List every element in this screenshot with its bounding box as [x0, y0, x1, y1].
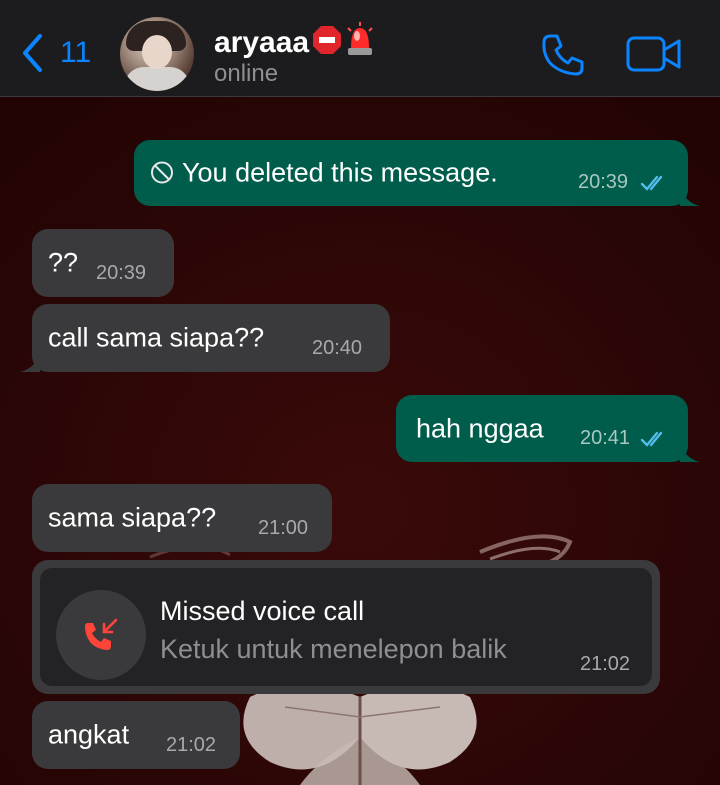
message-time: 21:00 — [258, 517, 309, 539]
contact-name[interactable]: aryaaa — [214, 22, 375, 60]
incoming-message[interactable]: ?? 20:39 — [32, 229, 174, 297]
bubble-tail — [680, 186, 700, 206]
chat-area[interactable]: You deleted this message. 20:39 ?? 20:39… — [0, 97, 720, 785]
avatar[interactable] — [120, 17, 194, 91]
outgoing-message-deleted[interactable]: You deleted this message. 20:39 — [134, 140, 700, 206]
police-light-emoji — [347, 22, 373, 55]
message-text: call sama siapa?? — [48, 322, 265, 353]
read-receipt-icon — [640, 431, 663, 447]
chat-header: 11 aryaaa online — [0, 0, 720, 97]
read-receipt-icon — [640, 175, 663, 191]
missed-call-icon — [85, 618, 118, 650]
message-time: 20:41 — [580, 427, 631, 449]
missed-call-subtitle: Ketuk untuk menelepon balik — [160, 634, 507, 664]
outgoing-message[interactable]: hah nggaa 20:41 — [396, 395, 700, 462]
message-text: sama siapa?? — [48, 502, 217, 533]
message-text: ?? — [48, 247, 79, 278]
incoming-message[interactable]: call sama siapa?? 20:40 — [20, 304, 390, 372]
missed-call-title: Missed voice call — [160, 596, 365, 626]
bubble-tail — [680, 442, 700, 462]
bubble-tail — [20, 352, 40, 372]
message-time: 20:39 — [578, 171, 629, 193]
message-text: You deleted this message. — [150, 158, 498, 189]
stop-sign-emoji — [313, 26, 342, 54]
back-unread-count[interactable]: 11 — [60, 36, 91, 70]
missed-call-icon-circle — [56, 590, 146, 680]
message-time: 20:40 — [312, 337, 363, 359]
contact-name-text: aryaaa — [214, 26, 310, 59]
contact-status: online — [214, 60, 279, 87]
incoming-message[interactable]: angkat 21:02 — [32, 701, 240, 769]
missed-call-inner[interactable]: Missed voice call Ketuk untuk menelepon … — [40, 568, 652, 686]
message-time: 20:39 — [96, 262, 147, 284]
message-text: angkat — [48, 719, 130, 750]
message-text: hah nggaa — [416, 413, 544, 443]
chevron-left-icon[interactable] — [20, 33, 46, 73]
missed-call-time: 21:02 — [580, 653, 631, 675]
phone-icon[interactable] — [540, 32, 586, 78]
deleted-message-label: You deleted this message. — [182, 157, 498, 188]
message-time: 21:02 — [166, 734, 217, 756]
video-camera-icon[interactable] — [626, 34, 682, 74]
prohibited-icon — [151, 161, 173, 184]
incoming-message[interactable]: sama siapa?? 21:00 — [32, 484, 332, 552]
missed-call-card[interactable]: Missed voice call Ketuk untuk menelepon … — [32, 560, 660, 694]
